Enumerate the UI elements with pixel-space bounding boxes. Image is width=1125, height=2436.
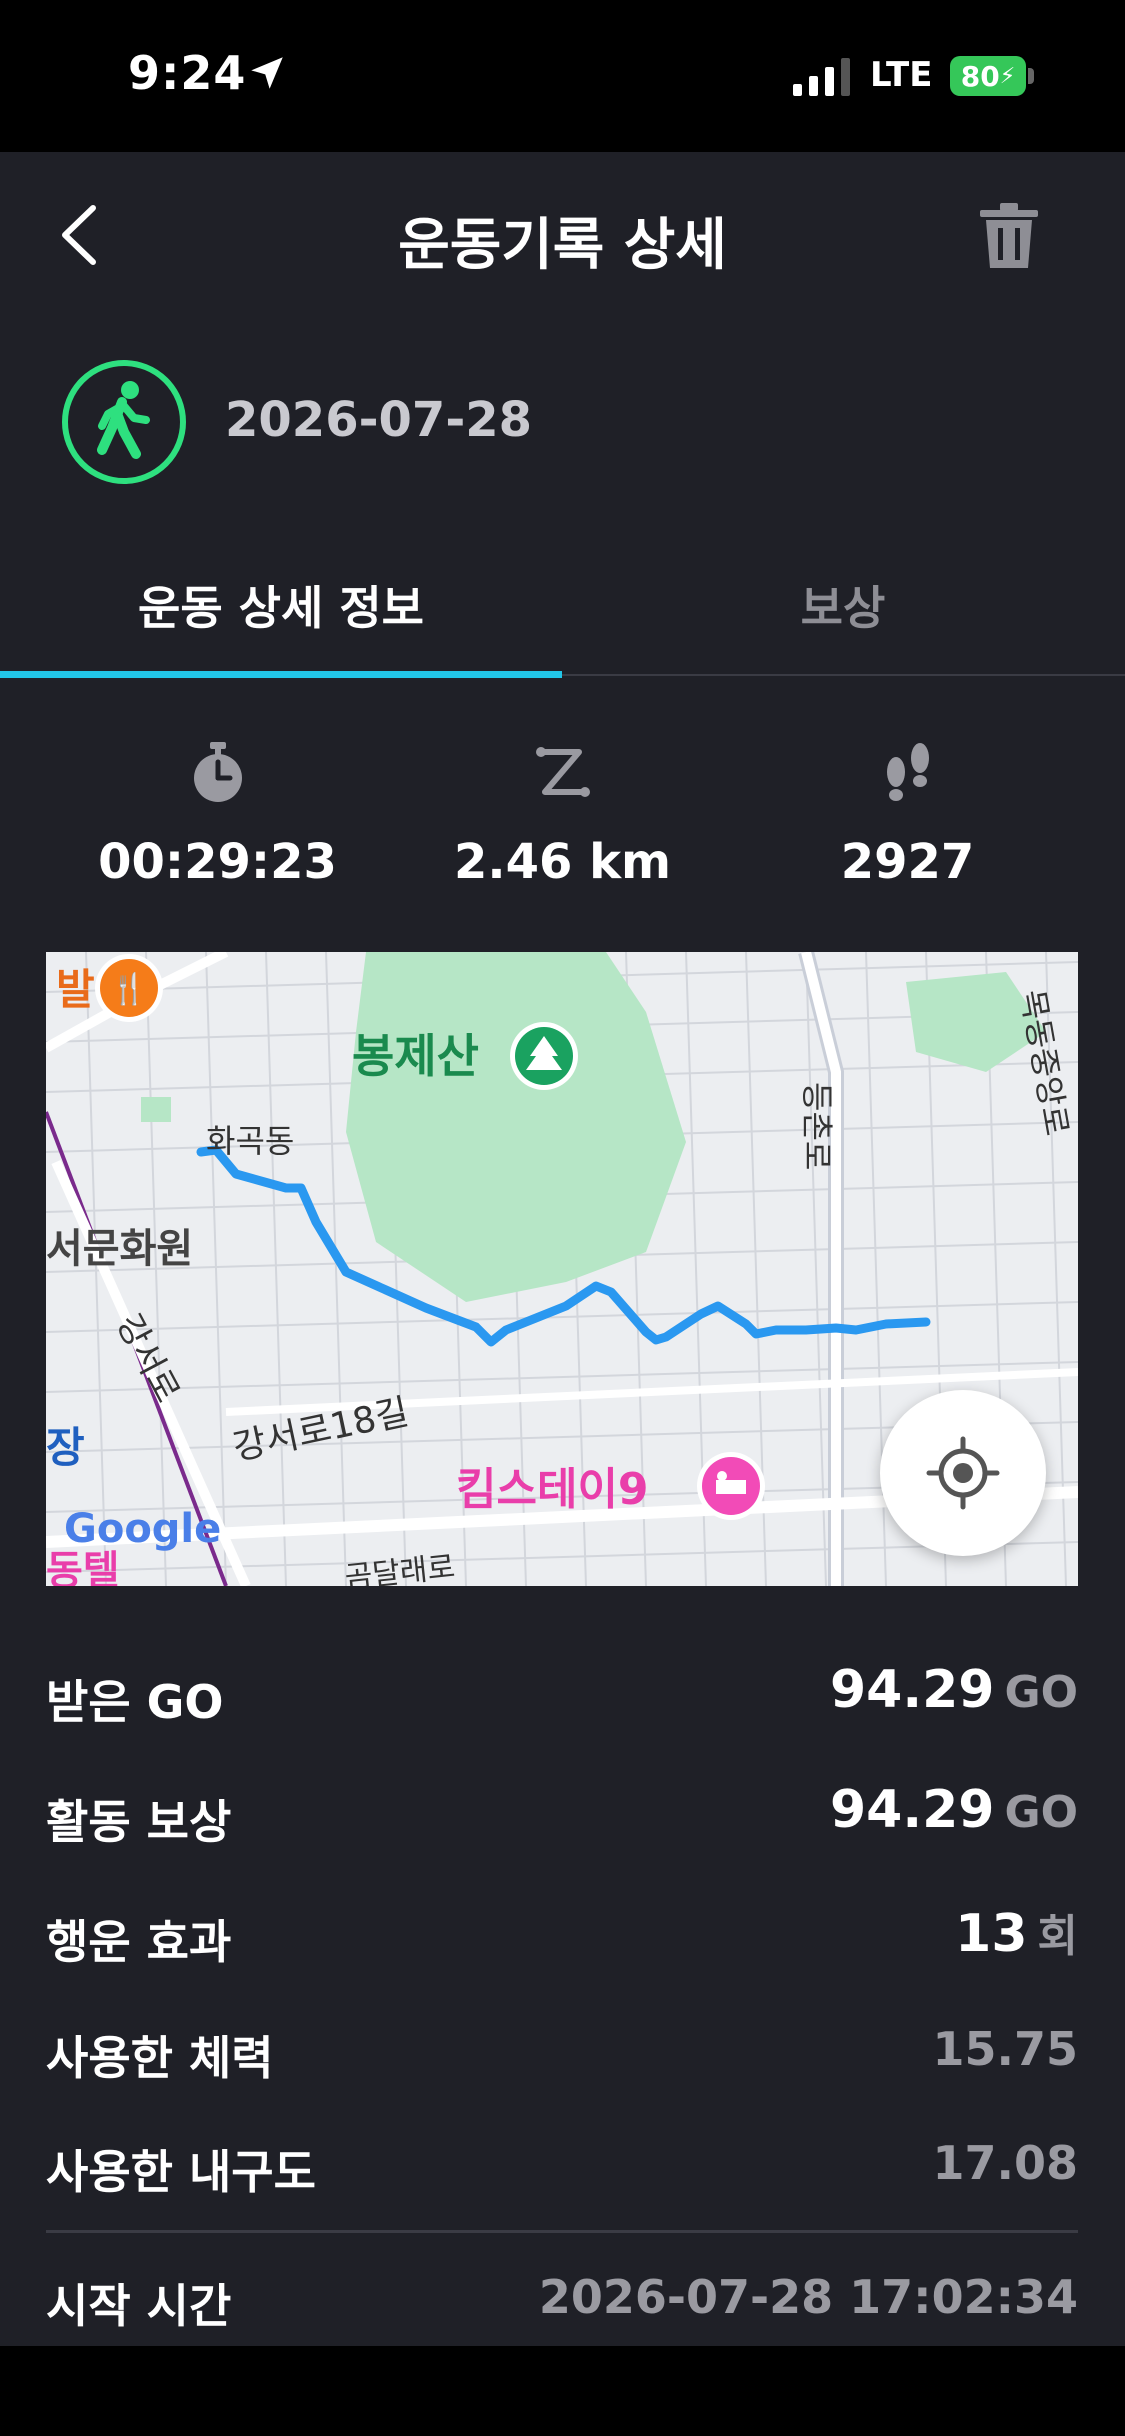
duration-value: 00:29:23	[98, 834, 337, 890]
page-title: 운동기록 상세	[398, 213, 727, 278]
stat-distance: 2.46 km	[375, 740, 750, 890]
map-label-road-18: 강서로18길	[229, 1392, 412, 1469]
charging-bolt-icon: ⚡	[999, 63, 1016, 89]
map-label-district: 화곡동	[206, 1122, 294, 1160]
luck-effect-count: 13	[955, 1904, 1028, 1964]
row-activity-reward-value: 94.29 GO	[830, 1780, 1078, 1840]
start-time-value: 2026-07-28 17:02:34	[538, 2270, 1078, 2324]
status-time: 9:24	[128, 46, 247, 100]
cellular-signal-icon	[793, 58, 850, 96]
map-label-bottom-road: 곰달래로	[343, 1550, 456, 1586]
distance-route-icon	[535, 747, 590, 797]
battery-indicator: 80 ⚡	[950, 56, 1026, 96]
route-map[interactable]: 🍴 발 봉제산 화곡동 서문화원 장 킴스테이9 강서로18길 강서로 등촌로 …	[46, 952, 1078, 1586]
my-location-button[interactable]	[880, 1390, 1046, 1556]
stat-steps: 2927	[720, 740, 1095, 890]
received-go-unit: GO	[1004, 1667, 1078, 1718]
footprints-icon	[886, 743, 929, 801]
map-label-road-deungchon: 등촌로	[798, 1082, 836, 1170]
tab-rewards[interactable]: 보상	[562, 572, 1124, 638]
activity-reward-unit: GO	[1004, 1787, 1078, 1838]
walking-icon	[62, 360, 186, 484]
home-indicator-area	[0, 2346, 1125, 2436]
record-date: 2026-07-28	[225, 392, 533, 448]
row-luck-effect-value: 13 회	[955, 1900, 1078, 1964]
location-arrow-icon	[251, 57, 283, 89]
map-label-left-top: 발	[56, 965, 95, 1014]
row-luck-effect-label: 행운 효과	[46, 1915, 232, 1969]
row-energy-used-value: 15.75	[932, 2022, 1078, 2076]
trash-icon[interactable]	[978, 202, 1040, 270]
map-label-road-gangseo: 강서로	[108, 1307, 187, 1409]
section-divider	[46, 2230, 1078, 2233]
battery-level: 80	[960, 59, 1000, 93]
battery-tip	[1028, 68, 1034, 84]
map-label-hotel: 킴스테이9	[456, 1464, 649, 1515]
crosshair-icon	[926, 1436, 1000, 1510]
luck-effect-unit: 회	[1037, 1911, 1078, 1962]
row-durability-used-value: 17.08	[932, 2136, 1078, 2190]
row-received-go-value: 94.29 GO	[830, 1660, 1078, 1720]
network-type: LTE	[870, 55, 933, 95]
distance-value: 2.46 km	[453, 834, 672, 890]
status-bar: 9:24 LTE 80 ⚡	[0, 0, 1125, 152]
map-label-culture: 서문화원	[46, 1226, 193, 1272]
stopwatch-icon	[193, 742, 242, 802]
row-durability-used-label: 사용한 내구도	[46, 2145, 316, 2199]
map-label-left-mid: 장	[46, 1423, 85, 1472]
row-received-go-label: 받은 GO	[46, 1675, 224, 1729]
active-tab-indicator	[0, 671, 562, 678]
map-label-mountain: 봉제산	[352, 1029, 479, 1083]
received-go-amount: 94.29	[829, 1660, 995, 1720]
row-activity-reward-label: 활동 보상	[46, 1795, 232, 1849]
steps-value: 2927	[840, 834, 975, 890]
activity-reward-amount: 94.29	[829, 1780, 995, 1840]
map-label-left-bottom: 동텔	[46, 1548, 120, 1586]
row-energy-used-label: 사용한 체력	[46, 2031, 274, 2085]
google-logo: Google	[64, 1506, 221, 1552]
svg-text:🍴: 🍴	[110, 971, 147, 1007]
stat-duration: 00:29:23	[30, 740, 405, 890]
start-time-label: 시작 시간	[46, 2279, 232, 2333]
tab-workout-details[interactable]: 운동 상세 정보	[0, 572, 562, 638]
